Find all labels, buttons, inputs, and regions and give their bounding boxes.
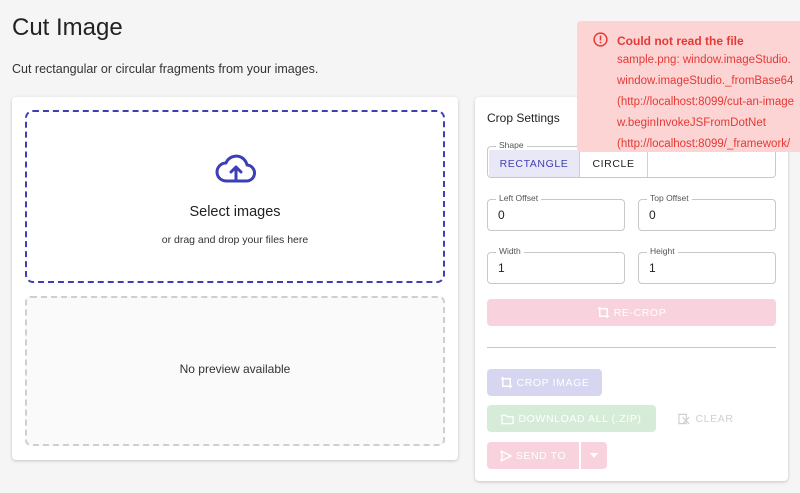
- folder-zip-icon: [501, 414, 515, 424]
- clear-label: CLEAR: [695, 412, 734, 425]
- shape-label: Shape: [496, 140, 527, 150]
- upload-title: Select images: [189, 204, 281, 220]
- height-field: Height: [638, 246, 776, 284]
- image-card: Select images or drag and drop your file…: [12, 97, 458, 460]
- top-offset-label: Top Offset: [647, 193, 692, 203]
- chevron-down-icon: [590, 453, 598, 458]
- width-input[interactable]: [498, 261, 608, 275]
- shape-circle-button[interactable]: CIRCLE: [580, 150, 648, 177]
- download-all-label: DOWNLOAD ALL (.ZIP): [518, 412, 642, 425]
- crop-icon: [500, 376, 512, 389]
- top-offset-field: Top Offset: [638, 193, 776, 231]
- crop-icon: [597, 306, 609, 319]
- send-to-label: SEND TO: [515, 449, 567, 462]
- recrop-label: RE-CROP: [613, 306, 667, 319]
- page-subtitle: Cut rectangular or circular fragments fr…: [12, 62, 319, 76]
- clear-icon: [678, 413, 691, 424]
- crop-settings-card: Crop Settings Shape RECTANGLE CIRCLE Lef…: [475, 97, 788, 481]
- width-label: Width: [496, 246, 524, 256]
- error-icon: [593, 32, 608, 47]
- error-line: w.beginInvokeJSFromDotNet: [617, 117, 766, 129]
- crop-image-label: CROP IMAGE: [516, 376, 590, 389]
- error-title: Could not read the file: [617, 34, 744, 48]
- error-line: window.imageStudio._fromBase64: [617, 75, 794, 87]
- send-to-menu-button[interactable]: [581, 442, 607, 469]
- error-notification: Could not read the file sample.png: wind…: [577, 21, 800, 152]
- left-offset-field: Left Offset: [487, 193, 625, 231]
- error-line: (http://localhost:8099/_framework/: [617, 138, 791, 150]
- send-to-button[interactable]: SEND TO: [487, 442, 579, 469]
- left-offset-input[interactable]: [498, 208, 608, 222]
- height-label: Height: [647, 246, 678, 256]
- left-offset-label: Left Offset: [496, 193, 542, 203]
- send-icon: [500, 449, 512, 462]
- crop-settings-title: Crop Settings: [487, 111, 560, 125]
- error-line: (http://localhost:8099/cut-an-image: [617, 96, 795, 108]
- clear-button[interactable]: CLEAR: [667, 405, 745, 432]
- upload-dropzone[interactable]: Select images or drag and drop your file…: [25, 110, 445, 283]
- height-input[interactable]: [649, 261, 759, 275]
- width-field: Width: [487, 246, 625, 284]
- cloud-upload-icon: [215, 154, 256, 183]
- error-line: sample.png: window.imageStudio.: [617, 54, 791, 66]
- divider: [487, 347, 776, 348]
- shape-rectangle-button[interactable]: RECTANGLE: [489, 150, 580, 177]
- recrop-button[interactable]: RE-CROP: [487, 299, 776, 326]
- preview-message: No preview available: [179, 362, 291, 376]
- top-offset-input[interactable]: [649, 208, 759, 222]
- image-preview: No preview available: [25, 296, 445, 446]
- page-title: Cut Image: [12, 14, 123, 41]
- crop-image-button[interactable]: CROP IMAGE: [487, 369, 602, 396]
- download-all-button[interactable]: DOWNLOAD ALL (.ZIP): [487, 405, 656, 432]
- upload-hint: or drag and drop your files here: [161, 234, 309, 246]
